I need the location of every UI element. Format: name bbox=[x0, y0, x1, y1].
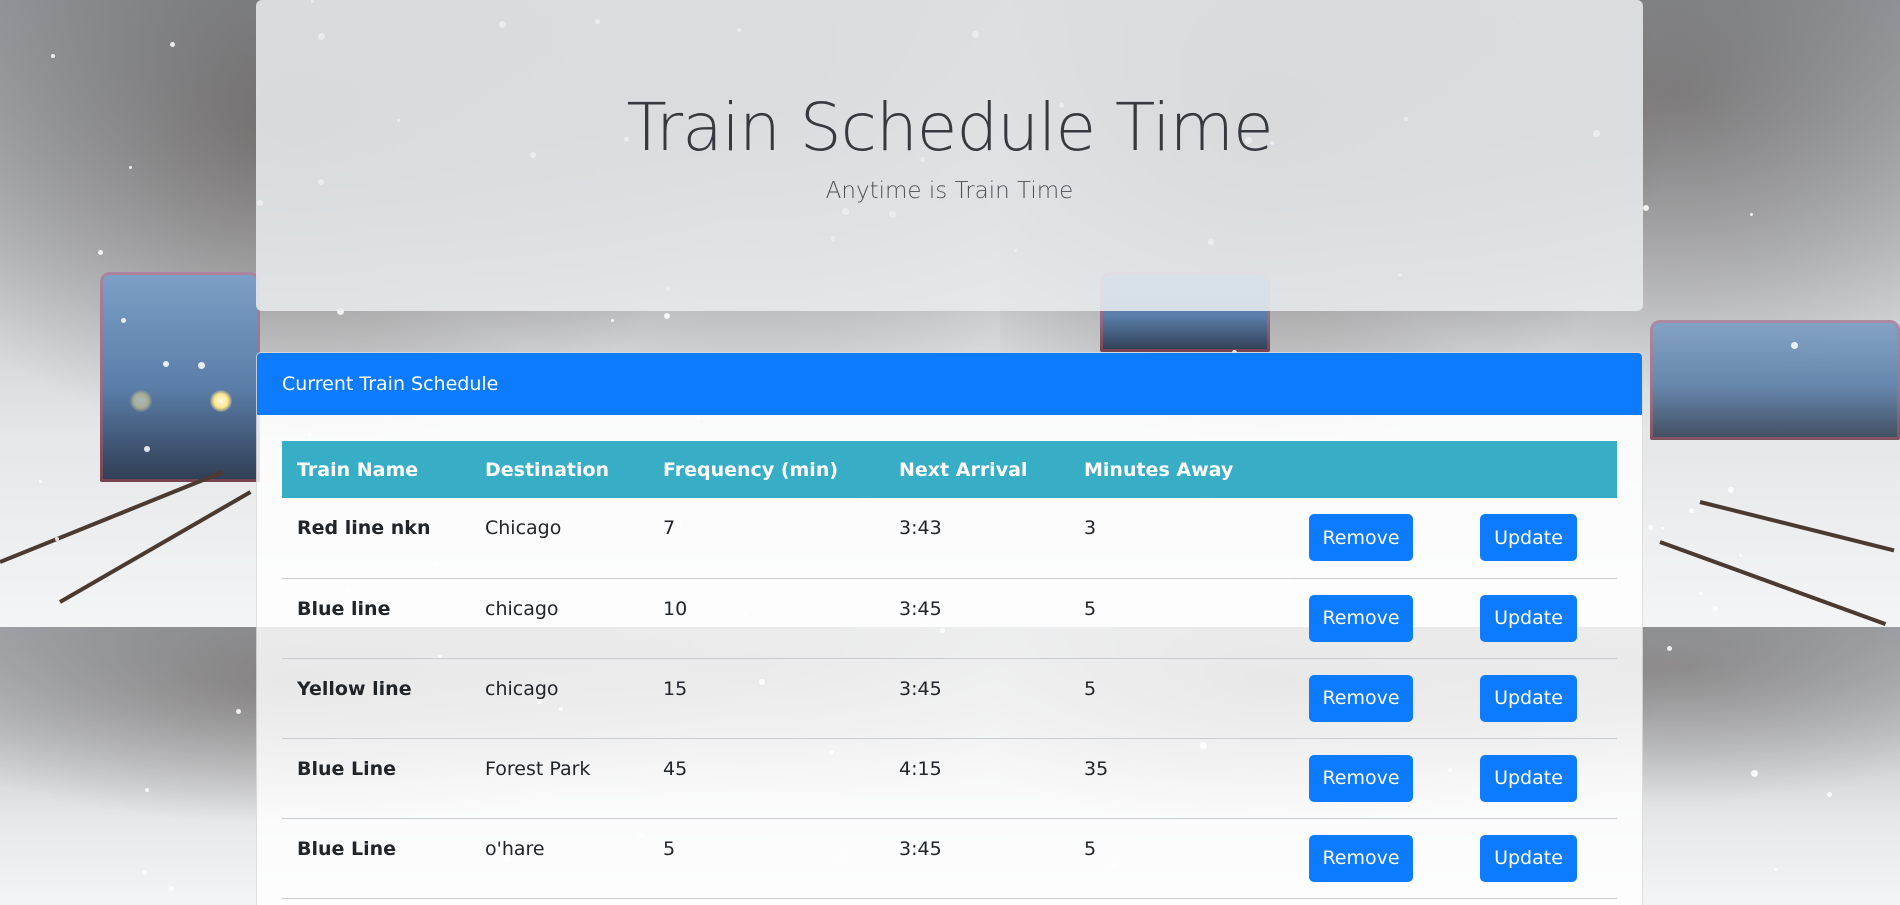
table-row: Blue Line o'hare 5 3:45 5 Remove Update bbox=[282, 818, 1617, 899]
snowflake bbox=[1643, 205, 1649, 211]
train-name-cell: Blue Line bbox=[282, 818, 470, 899]
snowflake bbox=[1791, 342, 1798, 349]
train-name-cell: Red line nkn bbox=[282, 498, 470, 579]
column-header-train-name: Train Name bbox=[297, 458, 419, 481]
snowflake bbox=[1774, 868, 1777, 871]
snowflake bbox=[145, 788, 149, 792]
schedule-card: Current Train Schedule Train Name Destin… bbox=[256, 352, 1643, 905]
snowflake bbox=[1728, 487, 1734, 493]
update-cell: Update bbox=[1452, 658, 1617, 739]
next-arrival-cell: 3:45 bbox=[884, 658, 1069, 739]
snowflake bbox=[1713, 606, 1718, 611]
frequency-cell: 10 bbox=[648, 578, 884, 659]
page-subtitle: Anytime is Train Time bbox=[825, 178, 1074, 204]
minutes-away-cell: 3 bbox=[1069, 498, 1280, 579]
minutes-away-cell: 35 bbox=[1069, 738, 1280, 819]
remove-cell: Remove bbox=[1280, 818, 1452, 899]
snowflake bbox=[1648, 525, 1653, 530]
update-button[interactable]: Update bbox=[1480, 674, 1577, 722]
snowflake bbox=[55, 537, 59, 541]
minutes-away-cell: 5 bbox=[1069, 818, 1280, 899]
column-header-destination: Destination bbox=[485, 458, 610, 481]
remove-button[interactable]: Remove bbox=[1309, 754, 1413, 802]
update-button[interactable]: Update bbox=[1480, 834, 1577, 882]
snowflake bbox=[1661, 527, 1664, 530]
remove-button[interactable]: Remove bbox=[1309, 594, 1413, 642]
table-row: Blue line chicago 10 3:45 5 Remove Updat… bbox=[282, 578, 1617, 659]
frequency-cell: 7 bbox=[648, 498, 884, 579]
update-cell: Update bbox=[1452, 578, 1617, 659]
table-header: Train Name Destination Frequency (min) N… bbox=[282, 441, 1617, 498]
snowflake bbox=[1739, 554, 1742, 557]
frequency-cell: 5 bbox=[648, 818, 884, 899]
update-cell: Update bbox=[1452, 818, 1617, 899]
snowflake bbox=[664, 313, 670, 319]
snowflake bbox=[1667, 646, 1672, 651]
snowflake bbox=[142, 870, 147, 875]
page-title: Train Schedule Time bbox=[626, 89, 1273, 166]
update-cell: Update bbox=[1452, 498, 1617, 579]
train-name-cell: Yellow line bbox=[282, 658, 470, 739]
destination-cell: chicago bbox=[470, 658, 648, 739]
snowflake bbox=[98, 250, 103, 255]
update-cell: Update bbox=[1452, 738, 1617, 819]
column-header-remove bbox=[1280, 441, 1452, 498]
minutes-away-cell: 5 bbox=[1069, 578, 1280, 659]
jumbotron-header: Train Schedule Time Anytime is Train Tim… bbox=[256, 0, 1643, 311]
train-illustration bbox=[1650, 320, 1900, 440]
snowflake bbox=[163, 361, 169, 367]
card-body: Train Name Destination Frequency (min) N… bbox=[257, 415, 1642, 899]
table-body: Red line nkn Chicago 7 3:43 3 Remove Upd… bbox=[282, 498, 1617, 899]
column-header-update bbox=[1452, 441, 1617, 498]
next-arrival-cell: 3:45 bbox=[884, 578, 1069, 659]
snowflake bbox=[169, 886, 174, 891]
snowflake bbox=[1750, 213, 1753, 216]
table-row: Yellow line chicago 15 3:45 5 Remove Upd… bbox=[282, 658, 1617, 739]
remove-button[interactable]: Remove bbox=[1309, 674, 1413, 722]
destination-cell: Chicago bbox=[470, 498, 648, 579]
snowflake bbox=[198, 362, 205, 369]
table-row: Red line nkn Chicago 7 3:43 3 Remove Upd… bbox=[282, 498, 1617, 579]
next-arrival-cell: 4:15 bbox=[884, 738, 1069, 819]
train-name-cell: Blue Line bbox=[282, 738, 470, 819]
destination-cell: o'hare bbox=[470, 818, 648, 899]
snowflake bbox=[1827, 792, 1832, 797]
train-name-cell: Blue line bbox=[282, 578, 470, 659]
snowflake bbox=[236, 709, 241, 714]
destination-cell: chicago bbox=[470, 578, 648, 659]
snowflake bbox=[611, 319, 614, 322]
update-button[interactable]: Update bbox=[1480, 514, 1577, 562]
minutes-away-cell: 5 bbox=[1069, 658, 1280, 739]
card-header: Current Train Schedule bbox=[257, 353, 1642, 415]
column-header-frequency: Frequency (min) bbox=[663, 458, 839, 481]
column-header-minutes-away: Minutes Away bbox=[1084, 458, 1234, 481]
snowflake bbox=[144, 446, 150, 452]
frequency-cell: 45 bbox=[648, 738, 884, 819]
snowflake bbox=[51, 54, 55, 58]
remove-cell: Remove bbox=[1280, 578, 1452, 659]
snowflake bbox=[170, 42, 175, 47]
schedule-table: Train Name Destination Frequency (min) N… bbox=[282, 441, 1617, 899]
train-illustration bbox=[100, 272, 260, 482]
next-arrival-cell: 3:43 bbox=[884, 498, 1069, 579]
snowflake bbox=[1699, 592, 1702, 595]
table-row: Blue Line Forest Park 45 4:15 35 Remove … bbox=[282, 738, 1617, 819]
update-button[interactable]: Update bbox=[1480, 754, 1577, 802]
remove-button[interactable]: Remove bbox=[1309, 514, 1413, 562]
snowflake bbox=[1751, 770, 1758, 777]
remove-cell: Remove bbox=[1280, 658, 1452, 739]
remove-cell: Remove bbox=[1280, 498, 1452, 579]
snowflake bbox=[39, 480, 42, 483]
table-header-row: Train Name Destination Frequency (min) N… bbox=[282, 441, 1617, 498]
frequency-cell: 15 bbox=[648, 658, 884, 739]
next-arrival-cell: 3:45 bbox=[884, 818, 1069, 899]
update-button[interactable]: Update bbox=[1480, 594, 1577, 642]
snowflake bbox=[1689, 508, 1694, 513]
column-header-next-arrival: Next Arrival bbox=[899, 458, 1028, 481]
remove-button[interactable]: Remove bbox=[1309, 834, 1413, 882]
remove-cell: Remove bbox=[1280, 738, 1452, 819]
snowflake bbox=[121, 318, 126, 323]
destination-cell: Forest Park bbox=[470, 738, 648, 819]
snowflake bbox=[129, 166, 132, 169]
